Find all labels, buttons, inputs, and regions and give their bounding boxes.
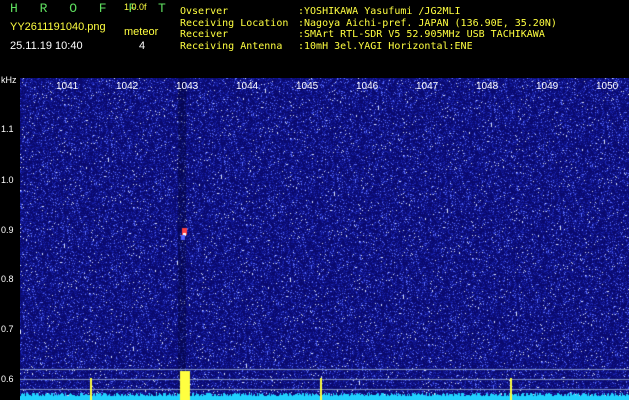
x-tick-label: 1043 bbox=[176, 81, 199, 92]
x-tick-label: 1049 bbox=[536, 81, 559, 92]
x-tick-label: 1044 bbox=[236, 81, 259, 92]
meteor-label: meteor bbox=[124, 26, 159, 38]
x-tick-label: 1048 bbox=[476, 81, 499, 92]
y-tick-label: 0.9 bbox=[1, 225, 14, 235]
spectrogram-plot bbox=[20, 78, 629, 400]
y-axis-unit: kHz bbox=[1, 75, 17, 85]
app-title: H R O F F T bbox=[10, 1, 173, 16]
header-panel: H R O F F T 1.0.0f YY2611191040.png 25.1… bbox=[0, 0, 629, 74]
info-row-antenna: Receiving Antenna:10mH 3el.YAGI Horizont… bbox=[180, 40, 473, 52]
image-filename: YY2611191040.png bbox=[10, 21, 106, 33]
station-info: Ovserver:YOSHIKAWA Yasufumi /JG2MLI Rece… bbox=[180, 6, 557, 52]
x-tick-label: 1041 bbox=[56, 81, 79, 92]
meteor-count: 4 bbox=[139, 40, 146, 52]
info-row-observer: Ovserver:YOSHIKAWA Yasufumi /JG2MLI bbox=[180, 6, 461, 17]
x-tick-label: 1042 bbox=[116, 81, 139, 92]
info-row-location: Receiving Location:Nagoya Aichi-pref. JA… bbox=[180, 17, 557, 29]
app-version: 1.0.0f bbox=[124, 2, 147, 12]
info-row-receiver: Receiver:SMArt RTL-SDR V5 52.905MHz USB … bbox=[180, 29, 545, 40]
y-tick-label: 0.8 bbox=[1, 274, 14, 284]
capture-datetime: 25.11.19 10:40 bbox=[10, 40, 83, 52]
y-tick-label: 1.0 bbox=[1, 175, 14, 185]
x-tick-label: 1047 bbox=[416, 81, 439, 92]
y-tick-label: 1.1 bbox=[1, 124, 14, 134]
y-tick-label: 0.7 bbox=[1, 324, 14, 334]
x-tick-label: 1050 bbox=[596, 81, 619, 92]
y-tick-label: 0.6 bbox=[1, 374, 14, 384]
x-tick-label: 1046 bbox=[356, 81, 379, 92]
spectrogram-canvas bbox=[20, 78, 629, 400]
x-tick-label: 1045 bbox=[296, 81, 319, 92]
